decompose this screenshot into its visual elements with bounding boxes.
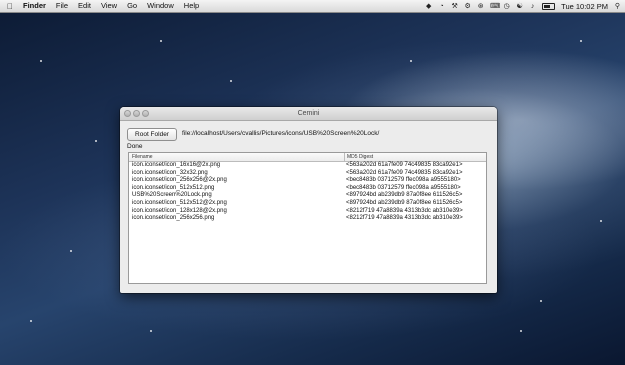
zoom-icon[interactable] <box>142 110 149 117</box>
filename-cell: icon.iconset/icon_32x32.png <box>132 169 208 176</box>
star <box>160 40 162 42</box>
star <box>70 250 72 252</box>
filename-cell: icon.iconset/icon_256x256.png <box>132 215 215 222</box>
wifi-icon[interactable]: ☯ <box>516 3 523 10</box>
window-titlebar[interactable]: Cemini <box>120 107 497 121</box>
search-icon[interactable]: ⚲ <box>614 3 621 10</box>
window-title: Cemini <box>297 110 320 117</box>
gear-icon[interactable]: ⚙ <box>464 3 471 10</box>
app-window: Cemini Root Folder file://localhost/User… <box>120 107 497 293</box>
keyboard-icon[interactable]: ⌨ <box>490 3 500 10</box>
filename-cell: icon.iconset/icon_16x16@2x.png <box>132 162 221 168</box>
filename-cell: icon.iconset/icon_256x256@2x.png <box>132 177 227 184</box>
md5-cell: <563a202d 61a7fe09 74c49835 83ca92e1> <box>346 169 463 176</box>
table-row[interactable]: icon.iconset/icon_128x128@2x.png <8212f7… <box>129 208 486 216</box>
table-row[interactable]: icon.iconset/icon_256x256@2x.png <bec848… <box>129 177 486 185</box>
md5-cell: <bec8483b 03712579 ffec098a a9555180> <box>346 184 461 191</box>
md5-cell: <bec8483b 03712579 ffec098a a9555180> <box>346 177 461 184</box>
close-icon[interactable] <box>124 110 131 117</box>
path-label: file://localhost/Users/cvallis/Pictures/… <box>182 130 380 137</box>
desktop-wallpaper:  Finder File Edit View Go Window Help ◆… <box>0 0 625 365</box>
menu-edit[interactable]: Edit <box>73 0 96 12</box>
filename-cell: icon.iconset/icon_512x512.png <box>132 184 215 191</box>
md5-cell: <8212f719 47a8839a 4313b3dc ab310e39> <box>346 215 463 222</box>
table-row[interactable]: icon.iconset/icon_512x512.png <bec8483b … <box>129 185 486 193</box>
status-label: Done <box>127 143 143 150</box>
file-table[interactable]: Filename MD5 Digest icon.iconset/icon_16… <box>128 152 487 284</box>
menu-view[interactable]: View <box>96 0 122 12</box>
star <box>230 80 232 82</box>
sync-icon[interactable]: ◔ <box>438 3 445 10</box>
star <box>30 320 32 322</box>
md5-cell: <897924bd ab239db9 87a0f8ee 611526c5> <box>346 199 463 206</box>
star <box>410 60 412 62</box>
menu-finder[interactable]: Finder <box>18 0 51 12</box>
star <box>580 40 582 42</box>
md5-cell: <563a202d 61a7fe09 74c49835 83ca92e1> <box>346 162 463 168</box>
root-folder-button[interactable]: Root Folder <box>127 128 177 141</box>
table-row[interactable]: icon.iconset/icon_32x32.png <563a202d 61… <box>129 170 486 178</box>
filename-cell: icon.iconset/icon_512x512@2x.png <box>132 199 227 206</box>
filename-cell: USB%20Screen%20Lock.png <box>132 192 212 199</box>
volume-icon[interactable]: ♪ <box>529 3 536 10</box>
star <box>40 60 42 62</box>
status-area: ◆ ◔ ⚒ ⚙ ⊛ ⌨ ◷ ☯ ♪ Tue 10:02 PM ⚲ <box>425 0 621 12</box>
menu-go[interactable]: Go <box>122 0 142 12</box>
menu-window[interactable]: Window <box>142 0 179 12</box>
star <box>520 330 522 332</box>
wrench-icon[interactable]: ⚒ <box>451 3 458 10</box>
table-row[interactable]: icon.iconset/icon_512x512@2x.png <897924… <box>129 200 486 208</box>
column-header-md5[interactable]: MD5 Digest <box>344 153 373 161</box>
dropbox-icon[interactable]: ◆ <box>425 3 432 10</box>
bluetooth-icon[interactable]: ⊛ <box>477 3 484 10</box>
filename-cell: icon.iconset/icon_128x128@2x.png <box>132 207 227 214</box>
menu-file[interactable]: File <box>51 0 73 12</box>
clock[interactable]: Tue 10:02 PM <box>561 2 608 11</box>
apple-icon[interactable]:  <box>0 2 18 11</box>
star <box>600 220 602 222</box>
table-row[interactable]: icon.iconset/icon_16x16@2x.png <563a202d… <box>129 162 486 170</box>
md5-cell: <8212f719 47a8839a 4313b3dc ab310e39> <box>346 207 463 214</box>
minimize-icon[interactable] <box>133 110 140 117</box>
star <box>540 300 542 302</box>
star <box>95 140 97 142</box>
battery-icon[interactable] <box>542 2 556 10</box>
table-row[interactable]: icon.iconset/icon_256x256.png <8212f719 … <box>129 215 486 223</box>
table-header: Filename MD5 Digest <box>129 153 486 162</box>
table-row[interactable]: USB%20Screen%20Lock.png <897924bd ab239d… <box>129 192 486 200</box>
star <box>150 330 152 332</box>
menu-help[interactable]: Help <box>179 0 204 12</box>
column-header-filename[interactable]: Filename <box>132 153 153 161</box>
time-machine-icon[interactable]: ◷ <box>503 3 510 10</box>
menu-bar:  Finder File Edit View Go Window Help ◆… <box>0 0 625 13</box>
md5-cell: <897924bd ab239db9 87a0f8ee 611526c5> <box>346 192 463 199</box>
